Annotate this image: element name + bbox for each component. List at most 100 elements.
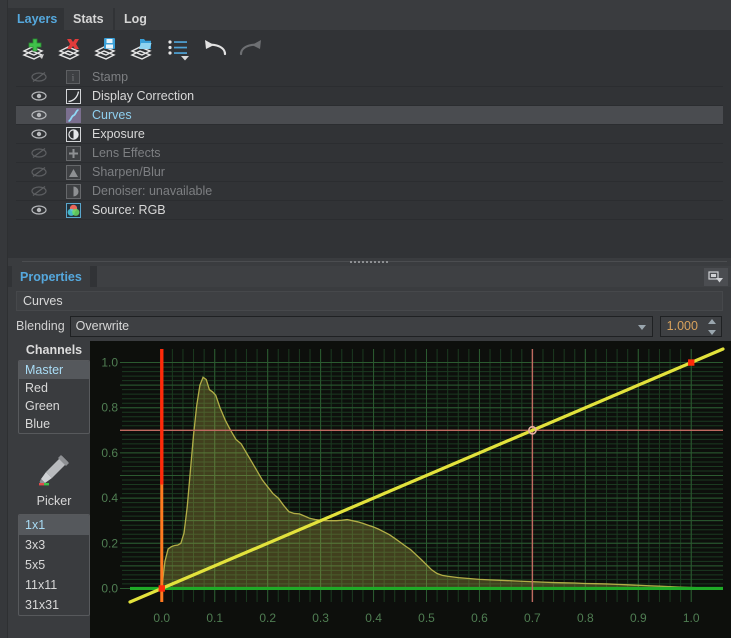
layer-row-lens-effects[interactable]: Lens Effects [16, 144, 723, 163]
sharpen-blur-icon [62, 164, 84, 180]
visibility-toggle[interactable] [16, 147, 62, 159]
x-tick-label: 0.6 [471, 611, 488, 625]
x-tick-label: 0.0 [153, 611, 170, 625]
layer-name: Curves [92, 108, 132, 122]
layer-name: Exposure [92, 127, 145, 141]
visibility-toggle[interactable] [16, 185, 62, 197]
channel-label: Blue [25, 417, 51, 431]
panel-splitter[interactable] [8, 258, 731, 266]
save-layer-icon [94, 38, 116, 60]
layer-row-stamp[interactable]: i Stamp [16, 68, 723, 87]
eye-visible-icon [31, 205, 47, 215]
x-tick-label: 0.8 [577, 611, 594, 625]
x-tick-label: 0.7 [524, 611, 541, 625]
properties-panel: Properties Curves Blending Overwrite 1.0… [8, 266, 731, 638]
picker-tool[interactable]: Picker [18, 450, 90, 508]
curve-icon [62, 88, 84, 104]
panel-tab-bar: Layers Stats Log [8, 8, 731, 30]
eye-visible-icon [31, 110, 47, 120]
properties-header: Properties [8, 266, 731, 287]
channels-list[interactable]: Master Red Green Blue [18, 360, 90, 434]
properties-header-filler [97, 266, 731, 287]
picker-size-3x3[interactable]: 3x3 [19, 535, 89, 555]
picker-size-label: 3x3 [25, 538, 46, 552]
tab-layers-label: Layers [17, 12, 58, 26]
channel-label: Green [25, 399, 60, 413]
chevron-down-icon [637, 324, 646, 330]
blending-row: Blending Overwrite 1.000 [16, 315, 723, 337]
curve-control-point-origin[interactable] [158, 585, 165, 592]
layer-presets-button[interactable] [163, 34, 195, 64]
splitter-grip[interactable] [349, 259, 390, 263]
layer-name: Source: RGB [92, 203, 166, 217]
visibility-toggle[interactable] [16, 71, 62, 83]
visibility-toggle[interactable] [16, 166, 62, 178]
eye-hidden-icon [31, 166, 47, 178]
picker-size-11x11[interactable]: 11x11 [19, 575, 89, 595]
visibility-toggle[interactable] [16, 90, 62, 102]
blending-mode-select[interactable]: Overwrite [69, 315, 653, 337]
layer-list[interactable]: i Stamp Display Correction Curves Exposu… [16, 68, 723, 254]
stepper-arrows[interactable] [707, 318, 716, 335]
curves-editor-window: Layers Stats Log i Stamp Display Correct… [0, 0, 731, 638]
eye-hidden-icon [31, 71, 47, 83]
expand-panel-icon [708, 271, 723, 283]
curves-plot[interactable]: 0.0 0.2 0.4 0.6 0.8 1.0 0.0 0.1 0.2 0.3 0.4 0.5 0.6 0… [90, 341, 731, 638]
picker-size-list[interactable]: 1x1 3x3 5x5 11x11 31x31 [18, 514, 90, 616]
y-tick-label: 1.0 [101, 356, 118, 370]
picker-size-label: 1x1 [25, 518, 46, 532]
x-tick-label: 0.9 [630, 611, 647, 625]
layer-row-curves[interactable]: Curves [16, 106, 723, 125]
picker-size-5x5[interactable]: 5x5 [19, 555, 89, 575]
stamp-icon: i [62, 70, 84, 84]
visibility-toggle[interactable] [16, 204, 62, 216]
tab-stats[interactable]: Stats [64, 8, 113, 30]
delete-layer-button[interactable] [54, 34, 86, 64]
layer-name-field[interactable]: Curves [16, 291, 723, 311]
layer-row-source-rgb[interactable]: Source: RGB [16, 201, 723, 220]
channel-item-green[interactable]: Green [19, 397, 89, 415]
layer-name: Lens Effects [92, 146, 161, 160]
picker-size-label: 11x11 [25, 578, 58, 592]
curves-plot-svg[interactable]: 0.0 0.2 0.4 0.6 0.8 1.0 0.0 0.1 0.2 0.3 0.4 0.5 0.6 0… [90, 341, 731, 638]
channel-label: Master [25, 363, 64, 377]
stepper-down-icon[interactable] [707, 329, 716, 335]
tab-properties-label: Properties [20, 269, 82, 284]
tab-log-label: Log [124, 12, 147, 26]
eye-hidden-icon [31, 185, 47, 197]
redo-button[interactable] [234, 34, 266, 64]
save-layer-button[interactable] [90, 34, 122, 64]
curves-icon [62, 107, 84, 123]
y-tick-label: 0.4 [101, 491, 118, 505]
tab-stats-label: Stats [73, 12, 104, 26]
layer-row-display-correction[interactable]: Display Correction [16, 87, 723, 106]
y-tick-label: 0.2 [101, 536, 118, 550]
y-tick-label: 0.0 [101, 581, 118, 595]
channel-item-master[interactable]: Master [19, 361, 89, 379]
curve-control-point-end[interactable] [688, 359, 695, 366]
denoiser-icon [62, 183, 84, 199]
channel-item-blue[interactable]: Blue [19, 415, 89, 433]
picker-size-1x1[interactable]: 1x1 [19, 515, 89, 535]
load-layer-button[interactable] [126, 34, 158, 64]
y-tick-label: 0.8 [101, 401, 118, 415]
stepper-up-icon[interactable] [707, 318, 716, 324]
undo-button[interactable] [200, 34, 232, 64]
x-tick-label: 0.5 [418, 611, 435, 625]
layer-row-sharpen-blur[interactable]: Sharpen/Blur [16, 163, 723, 182]
x-tick-label: 0.3 [312, 611, 329, 625]
eye-hidden-icon [31, 147, 47, 159]
tab-properties[interactable]: Properties [12, 266, 90, 287]
visibility-toggle[interactable] [16, 128, 62, 140]
layer-row-denoiser[interactable]: Denoiser: unavailable [16, 182, 723, 201]
layer-row-exposure[interactable]: Exposure [16, 125, 723, 144]
expand-panel-button[interactable] [704, 268, 728, 286]
channel-item-red[interactable]: Red [19, 379, 89, 397]
tab-layers[interactable]: Layers [8, 8, 67, 30]
visibility-toggle[interactable] [16, 109, 62, 121]
opacity-stepper[interactable]: 1.000 [659, 315, 722, 337]
opacity-value: 1.000 [666, 319, 698, 333]
picker-size-31x31[interactable]: 31x31 [19, 595, 89, 615]
add-layer-button[interactable] [18, 34, 50, 64]
x-tick-label: 0.2 [259, 611, 276, 625]
